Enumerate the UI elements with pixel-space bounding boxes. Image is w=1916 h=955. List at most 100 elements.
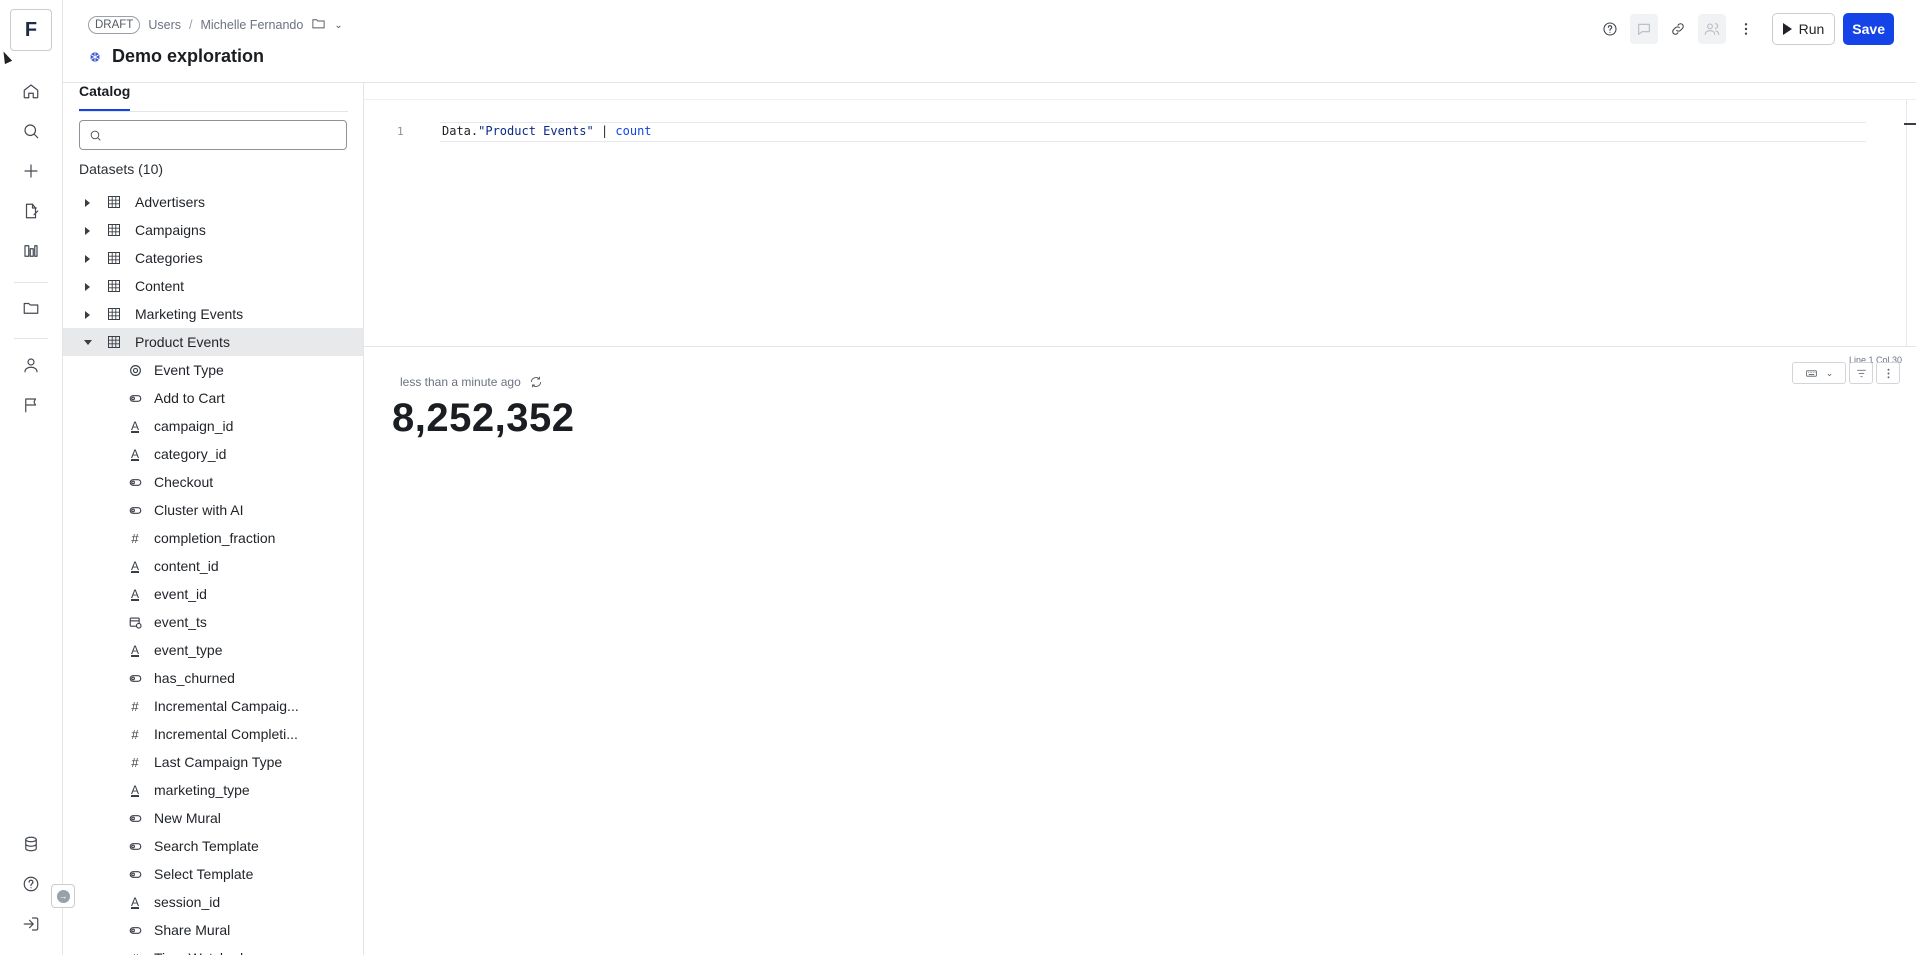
field-item[interactable]: Checkout <box>63 468 363 496</box>
refresh-icon[interactable] <box>529 375 543 389</box>
table-icon <box>108 336 120 348</box>
boolean-icon <box>128 839 142 853</box>
field-label: Cluster with AI <box>154 502 244 518</box>
breadcrumb-owner[interactable]: Michelle Fernando <box>200 18 303 32</box>
field-item[interactable]: has_churned <box>63 664 363 692</box>
dataset-label: Campaigns <box>135 222 206 238</box>
query-editor[interactable]: 1 Data."Product Events" | count <box>364 83 1916 347</box>
run-button[interactable]: Run <box>1771 13 1836 45</box>
home-icon[interactable] <box>16 76 46 106</box>
field-item[interactable]: # Incremental Campaig... <box>63 692 363 720</box>
edit-document-icon[interactable] <box>16 196 46 226</box>
link-icon[interactable] <box>1664 14 1692 44</box>
dataset-label: Categories <box>135 250 203 266</box>
field-item[interactable]: Select Template <box>63 860 363 888</box>
field-item[interactable]: Search Template <box>63 832 363 860</box>
caret-right-icon[interactable] <box>85 227 90 235</box>
field-item[interactable]: Aevent_type <box>63 636 363 664</box>
field-item[interactable]: event_ts <box>63 608 363 636</box>
caret-right-icon[interactable] <box>85 283 90 291</box>
result-panel: less than a minute ago 8,252,352 ⌄ <box>364 348 1916 955</box>
save-button[interactable]: Save <box>1843 13 1894 45</box>
caret-down-icon[interactable] <box>84 340 92 345</box>
field-item[interactable]: # Incremental Completi... <box>63 720 363 748</box>
database-icon[interactable] <box>16 829 46 859</box>
caret-right-icon[interactable] <box>85 311 90 319</box>
catalog-sidebar: Catalog Datasets (10) Advertisers Campaig… <box>63 83 364 955</box>
field-item[interactable]: Aevent_id <box>63 580 363 608</box>
more-icon[interactable] <box>1876 362 1900 384</box>
field-label: content_id <box>154 558 219 574</box>
dashboard-icon[interactable] <box>16 236 46 266</box>
editor-scrollbar[interactable] <box>1906 100 1916 347</box>
field-item[interactable]: # Time Watched <box>63 944 363 955</box>
title-row: Demo exploration <box>88 46 264 67</box>
mouse-cursor <box>0 49 13 65</box>
code-line[interactable]: Data."Product Events" | count <box>442 124 652 138</box>
help-icon[interactable] <box>1596 14 1624 44</box>
field-item[interactable]: Acategory_id <box>63 440 363 468</box>
search-icon[interactable] <box>16 116 46 146</box>
field-item[interactable]: Acampaign_id <box>63 412 363 440</box>
field-item[interactable]: Event Type <box>63 356 363 384</box>
dataset-item[interactable]: Product Events <box>63 328 363 356</box>
dataset-label: Marketing Events <box>135 306 244 322</box>
field-item[interactable]: Add to Cart <box>63 384 363 412</box>
field-label: Incremental Campaig... <box>154 698 299 714</box>
dataset-item[interactable]: Marketing Events <box>63 300 363 328</box>
page-title[interactable]: Demo exploration <box>112 46 264 67</box>
last-run-text: less than a minute ago <box>400 375 521 389</box>
dataset-label: Product Events <box>135 334 230 350</box>
field-item[interactable]: # Last Campaign Type <box>63 748 363 776</box>
boolean-icon <box>128 867 142 881</box>
breadcrumb: DRAFT Users / Michelle Fernando ⌄ <box>88 16 343 34</box>
flag-icon[interactable] <box>16 390 46 420</box>
dataset-item[interactable]: Content <box>63 272 363 300</box>
field-label: event_type <box>154 642 223 658</box>
field-item[interactable]: Acontent_id <box>63 552 363 580</box>
run-label: Run <box>1798 21 1825 37</box>
view-type-select[interactable]: ⌄ <box>1792 362 1846 384</box>
caret-right-icon[interactable] <box>85 255 90 263</box>
boolean-icon <box>128 811 142 825</box>
caret-right-icon[interactable] <box>85 199 90 207</box>
field-item[interactable]: Cluster with AI <box>63 496 363 524</box>
field-label: Incremental Completi... <box>154 726 298 742</box>
app-logo[interactable]: F <box>10 9 52 51</box>
field-item[interactable]: Asession_id <box>63 888 363 916</box>
folder-icon[interactable] <box>16 293 46 323</box>
number-icon: # <box>131 530 139 546</box>
field-label: Checkout <box>154 474 214 490</box>
field-item[interactable]: Amarketing_type <box>63 776 363 804</box>
field-item[interactable]: Share Mural <box>63 916 363 944</box>
table-icon <box>108 196 120 208</box>
catalog-search[interactable] <box>79 120 347 150</box>
add-icon[interactable] <box>16 156 46 186</box>
dataset-tree: Advertisers Campaigns Categories Content Mar… <box>63 188 363 955</box>
text-icon: A <box>130 783 139 797</box>
field-label: Last Campaign Type <box>154 754 283 770</box>
share-users-icon[interactable] <box>1697 14 1726 44</box>
catalog-search-input[interactable] <box>108 125 338 145</box>
field-item[interactable]: New Mural <box>63 804 363 832</box>
filter-icon[interactable] <box>1849 362 1873 384</box>
breadcrumb-section[interactable]: Users <box>148 18 181 32</box>
comment-icon[interactable] <box>1629 14 1658 44</box>
last-run: less than a minute ago <box>400 375 543 389</box>
dataset-item[interactable]: Categories <box>63 244 363 272</box>
dataset-item[interactable]: Campaigns <box>63 216 363 244</box>
more-icon[interactable] <box>1732 14 1760 44</box>
tab-catalog[interactable]: Catalog <box>79 83 131 111</box>
text-icon: A <box>130 419 139 433</box>
logout-icon[interactable] <box>16 909 46 939</box>
draft-badge: DRAFT <box>88 16 141 34</box>
field-label: campaign_id <box>154 418 234 434</box>
line-number: 1 <box>397 125 404 138</box>
chevron-down-icon[interactable]: ⌄ <box>334 20 342 31</box>
help-icon[interactable] <box>16 869 46 899</box>
dataset-item[interactable]: Advertisers <box>63 188 363 216</box>
user-icon[interactable] <box>16 350 46 380</box>
folder-icon[interactable] <box>311 16 326 34</box>
editor-top-divider <box>364 99 1916 100</box>
field-item[interactable]: # completion_fraction <box>63 524 363 552</box>
